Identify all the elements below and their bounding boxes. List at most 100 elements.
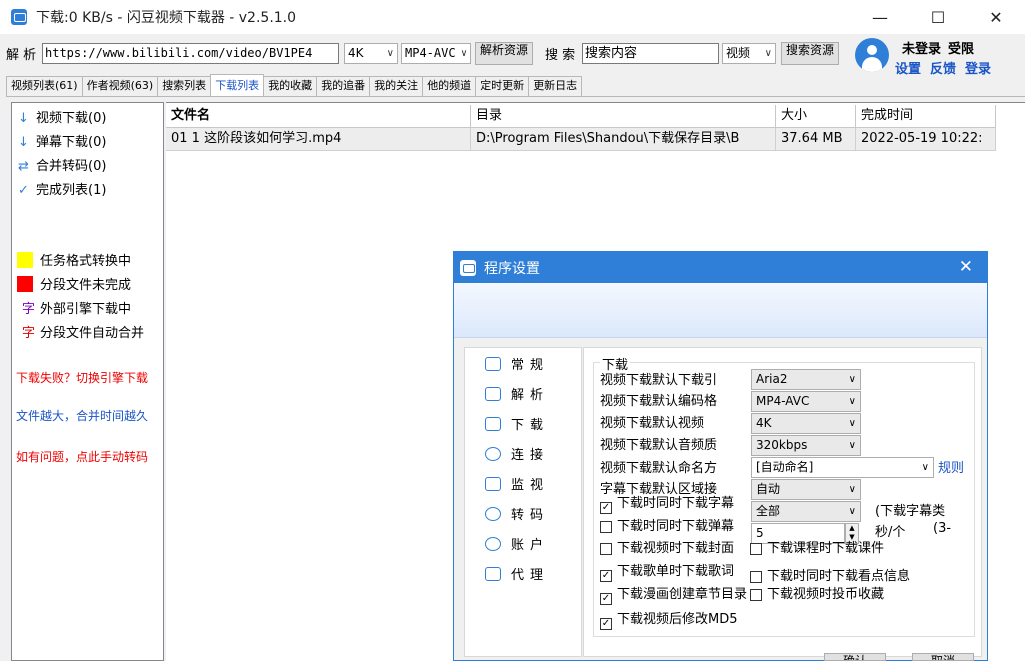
nav-transcode[interactable]: 转码 [485,504,549,523]
checkbox-box: ✓ [600,502,612,514]
column-finish-time[interactable]: 完成时间 [856,105,996,128]
nav-general[interactable]: 常规 [485,354,549,373]
checkbox-coin-favorite[interactable]: 下载视频时投币收藏 [750,588,884,604]
checkbox-box [600,543,612,555]
tab-author-videos[interactable]: 作者视频(63) [81,76,159,96]
chevron-down-icon: ∨ [848,418,856,429]
tab-changelog[interactable]: 更新日志 [528,76,583,96]
nav-account[interactable]: 账户 [485,534,549,553]
sidebar-item-completed[interactable]: ✓ 完成列表(1) [18,179,106,198]
checkbox-comic-chapters[interactable]: ✓ 下载漫画创建章节目录 [600,588,747,605]
nav-parse[interactable]: 解析 [485,384,549,403]
column-filename[interactable]: 文件名 [166,105,471,128]
ok-button[interactable]: 确认 [824,653,886,661]
default-video-select[interactable]: 4K ∨ [751,413,861,434]
checkbox-download-cover[interactable]: 下载视频时下载封面 [600,542,734,558]
tab-my-follow-anime[interactable]: 我的追番 [316,76,371,96]
column-size[interactable]: 大小 [776,105,856,128]
search-type-select[interactable]: 视频 ∨ [722,43,776,64]
tab-video-list[interactable]: 视频列表(61) [6,76,83,96]
quality-select[interactable]: 4K ∨ [344,43,398,64]
checkbox-course-files[interactable]: 下载课程时下载课件 [750,542,884,558]
download-icon [485,417,501,431]
default-naming-select[interactable]: [自动命名] ∨ [751,457,934,478]
tab-their-channel[interactable]: 他的频道 [422,76,477,96]
merge-time-note: 文件越大，合并时间越久 [16,409,149,423]
subtitle-type-select[interactable]: 全部 ∨ [751,501,861,522]
chevron-down-icon: ∨ [848,506,856,517]
settings-nav: 常规 解析 下载 连接 监视 转码 账户 代理 [464,347,582,657]
checkbox-box: ✓ [600,593,612,605]
chevron-down-icon: ∨ [460,48,467,59]
red-swatch [17,276,33,292]
chevron-down-icon: ∨ [764,48,772,59]
tab-search-list[interactable]: 搜索列表 [157,76,212,96]
manual-transcode-link[interactable]: 如有问题，点此手动转码 [16,448,148,465]
default-engine-select[interactable]: Aria2 ∨ [751,369,861,390]
chevron-down-icon: ∨ [848,396,856,407]
checkbox-box: ✓ [600,570,612,582]
format-select[interactable]: MP4-AVC ∨ [401,43,471,64]
maximize-button[interactable]: ☐ [909,0,967,34]
nav-download[interactable]: 下载 [485,414,549,433]
default-audio-select[interactable]: 320kbps ∨ [751,435,861,456]
avatar[interactable] [855,38,889,72]
minimize-button[interactable]: — [851,0,909,34]
sidebar-item-danmaku-download[interactable]: ↓ 弹幕下载(0) [18,131,106,150]
checkbox-highlight-info[interactable]: 下载时同时下载看点信息 [750,570,910,586]
sidebar-item-merge-transcode[interactable]: ⇄ 合并转码(0) [18,155,106,174]
title-bar: 下载:0 KB/s - 闪豆视频下载器 - v2.5.1.0 — ☐ ✕ [0,0,1025,34]
nav-monitor[interactable]: 监视 [485,474,549,493]
feedback-link[interactable]: 反馈 [930,58,956,77]
swap-icon: ⇄ [18,159,29,174]
login-link[interactable]: 登录 [965,58,991,77]
download-sidebar: ↓ 视频下载(0) ↓ 弹幕下载(0) ⇄ 合并转码(0) ✓ 完成列表(1) 任务格式… [11,102,164,661]
default-codec-label: 视频下载默认编码格 [600,394,718,409]
checkbox-box [600,521,612,533]
interval-note: (3- [933,521,952,536]
subtitle-region-label: 字幕下载默认区域接 [600,482,718,497]
checkbox-download-subtitles[interactable]: ✓ 下载时同时下载字幕 [600,497,734,514]
tab-download-list[interactable]: 下载列表 [210,74,265,96]
check-icon: ✓ [18,183,29,198]
parse-label: 解 析 [6,48,37,63]
settings-link[interactable]: 设置 [895,58,921,77]
checkbox-modify-md5[interactable]: ✓ 下载视频后修改MD5 [600,613,738,630]
close-button[interactable]: ✕ [967,0,1025,34]
tab-scheduled-update[interactable]: 定时更新 [475,76,530,96]
search-button[interactable]: 搜索资源 [781,42,839,65]
engine-switch-link[interactable]: 下载失败？切换引擎下载 [16,369,148,386]
dialog-close-icon[interactable]: ✕ [959,257,973,277]
interval-unit: 秒/个 [875,525,906,540]
nav-connection[interactable]: 连接 [485,444,549,463]
arrow-down-icon: ↓ [18,135,29,150]
sidebar-item-video-download[interactable]: ↓ 视频下载(0) [18,107,106,126]
sidebar-item-label: 合并转码(0) [36,159,107,174]
tab-my-following[interactable]: 我的关注 [369,76,424,96]
table-row[interactable]: 01 1 这阶段该如何学习.mp4 D:\Program Files\Shand… [166,128,996,151]
url-input[interactable]: https://www.bilibili.com/video/BV1PE4 [42,43,339,64]
legend-converting: 任务格式转换中 [17,250,131,269]
subtitle-region-select[interactable]: 自动 ∨ [751,479,861,500]
checkbox-download-lyrics[interactable]: ✓ 下载歌单时下载歌词 [600,565,734,582]
search-label: 搜 索 [545,48,576,63]
user-icon [485,537,501,551]
default-codec-select[interactable]: MP4-AVC ∨ [751,391,861,412]
app-icon [460,259,476,276]
column-directory[interactable]: 目录 [471,105,776,128]
cancel-button[interactable]: 取消 [912,653,974,661]
chevron-down-icon: ∨ [848,440,856,451]
search-input[interactable]: 搜索内容 [582,43,719,64]
chevron-down-icon: ∨ [921,462,929,473]
naming-rule-link[interactable]: 规则 [938,457,964,476]
tab-my-favorites[interactable]: 我的收藏 [263,76,318,96]
dialog-header-band [454,283,987,338]
play-icon [485,507,501,521]
checkbox-download-danmaku[interactable]: 下载时同时下载弹幕 [600,520,734,536]
chevron-down-icon: ∨ [386,48,394,59]
dialog-title-bar: 程序设置 ✕ [454,252,987,283]
login-status: 未登录 [902,42,942,57]
parse-button[interactable]: 解析资源 [475,42,533,65]
nav-proxy[interactable]: 代理 [485,564,549,583]
monitor-icon [485,357,501,371]
